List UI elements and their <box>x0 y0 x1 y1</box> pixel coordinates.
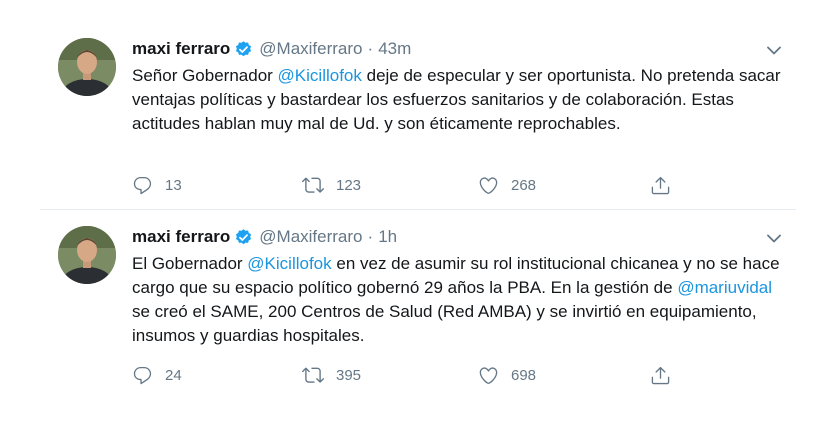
verified-badge-icon <box>234 40 253 59</box>
user-handle[interactable]: @Maxiferraro <box>259 227 362 247</box>
tweet-divider <box>40 209 796 210</box>
separator-dot: · <box>367 227 374 246</box>
like-count: 698 <box>511 366 537 384</box>
retweet-icon <box>302 177 324 193</box>
heart-icon <box>479 176 498 194</box>
mention-link[interactable]: @Kicillofok <box>247 254 331 273</box>
reply-button[interactable]: 13 <box>132 174 182 196</box>
reply-icon <box>133 176 152 194</box>
heart-icon <box>479 366 498 384</box>
tweet-header: maxi ferraro @Maxiferraro · 43m <box>132 36 411 62</box>
mention-link[interactable]: @mariuvidal <box>677 278 772 297</box>
action-bar: 13 123 268 <box>132 174 692 196</box>
retweet-count: 123 <box>336 176 362 194</box>
user-name[interactable]: maxi ferraro <box>132 39 230 59</box>
reply-icon <box>133 366 152 384</box>
retweet-button[interactable]: 395 <box>302 364 361 386</box>
avatar[interactable] <box>58 38 116 96</box>
user-name[interactable]: maxi ferraro <box>132 227 230 247</box>
mention-link[interactable]: @Kicillofok <box>278 66 362 85</box>
like-button[interactable]: 268 <box>478 174 536 196</box>
share-button[interactable] <box>650 174 671 196</box>
text-segment: Señor Gobernador <box>132 66 278 85</box>
timestamp[interactable]: 1h <box>378 227 397 247</box>
verified-badge-icon <box>234 228 253 247</box>
separator-dot: · <box>367 39 374 58</box>
chevron-down-icon[interactable] <box>764 40 784 60</box>
share-icon <box>651 176 670 194</box>
tweet-text: El Gobernador @Kicillofok en vez de asum… <box>132 252 792 348</box>
chevron-down-icon[interactable] <box>764 228 784 248</box>
retweet-button[interactable]: 123 <box>302 174 361 196</box>
timestamp[interactable]: 43m <box>378 39 411 59</box>
retweet-icon <box>302 367 324 383</box>
like-count: 268 <box>511 176 537 194</box>
like-button[interactable]: 698 <box>478 364 536 386</box>
tweet-text: Señor Gobernador @Kicillofok deje de esp… <box>132 64 792 136</box>
reply-count: 13 <box>165 176 182 194</box>
share-button[interactable] <box>650 364 671 386</box>
text-segment: El Gobernador <box>132 254 248 273</box>
user-handle[interactable]: @Maxiferraro <box>259 39 362 59</box>
tweet-header: maxi ferraro @Maxiferraro · 1h <box>132 224 397 250</box>
avatar[interactable] <box>58 226 116 284</box>
reply-button[interactable]: 24 <box>132 364 182 386</box>
reply-count: 24 <box>165 366 182 384</box>
action-bar: 24 395 698 <box>132 364 692 386</box>
share-icon <box>651 366 670 384</box>
retweet-count: 395 <box>336 366 362 384</box>
text-segment: se creó el SAME, 200 Centros de Salud (R… <box>132 302 757 345</box>
tweet-feed: maxi ferraro @Maxiferraro · 43m Señor Go… <box>0 0 820 423</box>
